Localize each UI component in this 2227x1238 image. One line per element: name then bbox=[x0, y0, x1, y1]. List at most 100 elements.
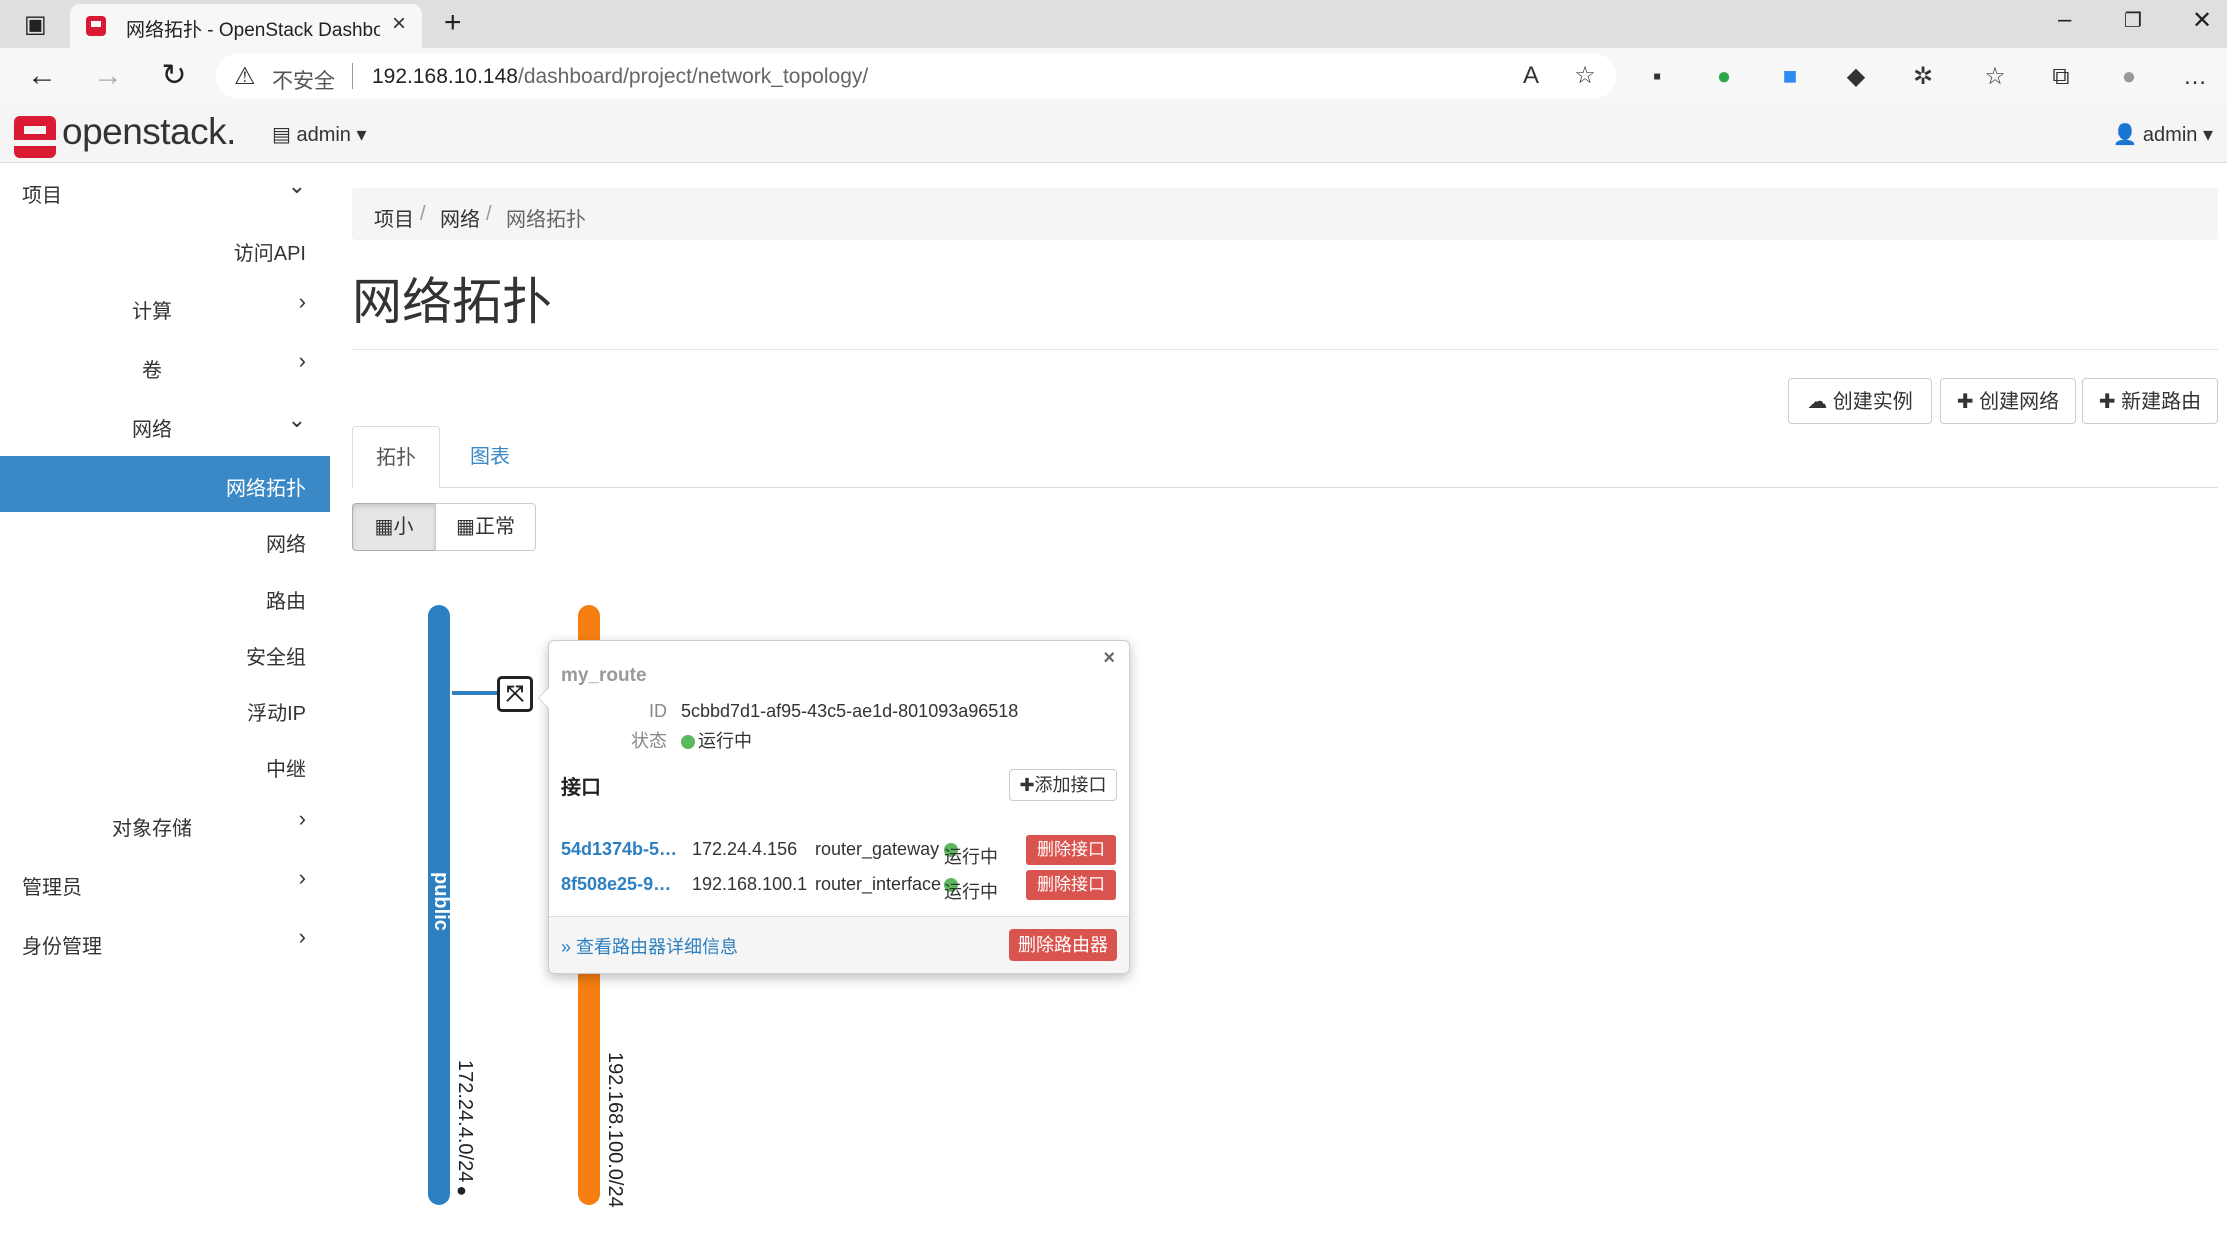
reload-icon[interactable]: ↻ bbox=[154, 56, 194, 96]
read-aloud-icon[interactable]: A bbox=[1516, 61, 1546, 91]
browser-tab[interactable]: 网络拓扑 - OpenStack Dashboard × bbox=[70, 4, 422, 48]
minimize-window-icon[interactable]: – bbox=[2058, 6, 2071, 34]
plus-icon: ✚ bbox=[1019, 775, 1035, 795]
tab-title: 网络拓扑 - OpenStack Dashboard bbox=[126, 20, 380, 41]
sidebar-item-label: 中继 bbox=[266, 759, 306, 781]
collections-icon[interactable]: ⧉ bbox=[2046, 62, 2076, 92]
breadcrumb-item-network[interactable]: 网络 bbox=[440, 203, 480, 232]
delete-interface-button[interactable]: 删除接口 bbox=[1026, 870, 1116, 900]
profile-avatar-icon[interactable]: ● bbox=[2114, 62, 2144, 92]
project-switcher[interactable]: ▤ admin ▾ bbox=[272, 122, 367, 147]
add-favorite-icon[interactable]: ☆ bbox=[1570, 61, 1600, 91]
close-window-icon[interactable]: ✕ bbox=[2192, 6, 2212, 35]
create-router-button[interactable]: ✚ 新建路由 bbox=[2082, 378, 2218, 424]
sidebar-item-networks[interactable]: 网络 bbox=[0, 512, 330, 568]
extension-1-icon[interactable]: ▪ bbox=[1642, 62, 1672, 92]
sidebar-item-network-topology[interactable]: 网络拓扑 bbox=[0, 456, 330, 512]
create-network-button[interactable]: ✚ 创建网络 bbox=[1940, 378, 2076, 424]
grid-small-icon: ▦ bbox=[374, 516, 394, 538]
sidebar-item-project[interactable]: 项目 ⌄ bbox=[0, 163, 330, 219]
interface-ip: 192.168.100.1 bbox=[692, 874, 808, 894]
cloud-upload-icon: ☁ bbox=[1807, 391, 1833, 413]
interface-type: router_interface bbox=[815, 874, 942, 894]
delete-interface-button[interactable]: 删除接口 bbox=[1026, 835, 1116, 865]
interface-id-link[interactable]: 54d1374b-5… bbox=[561, 839, 677, 860]
router-status-value: 运行中 bbox=[681, 727, 752, 753]
router-id-label: ID bbox=[649, 701, 667, 721]
sidebar-item-label: 网络 bbox=[132, 419, 172, 441]
network-cidr-label: 192.168.100.0/24 bbox=[604, 1052, 626, 1208]
openstack-logo-icon[interactable] bbox=[14, 116, 56, 158]
router-detail-link[interactable]: » 查看路由器详细信息 bbox=[561, 933, 738, 959]
add-interface-button[interactable]: ✚添加接口 bbox=[1009, 769, 1117, 801]
sidebar-item-label: 计算 bbox=[132, 301, 172, 323]
plus-icon: ✚ bbox=[1956, 391, 1980, 413]
forward-icon[interactable]: → bbox=[88, 56, 128, 96]
globe-icon: ● bbox=[456, 1180, 467, 1200]
extension-2-icon[interactable]: ● bbox=[1709, 62, 1739, 92]
chevron-right-icon: › bbox=[298, 348, 306, 373]
sidebar-item-admin[interactable]: 管理员 › bbox=[0, 855, 330, 911]
sidebar-item-security-groups[interactable]: 安全组 bbox=[0, 625, 330, 681]
sidebar-item-api-access[interactable]: 访问API bbox=[0, 221, 330, 277]
interface-row: 54d1374b-5… 172.24.4.156 router_gateway … bbox=[549, 835, 1129, 867]
sidebar-item-identity[interactable]: 身份管理 › bbox=[0, 914, 330, 970]
url-field[interactable]: ⚠ 不安全 192.168.10.148/dashboard/project/n… bbox=[216, 53, 1616, 99]
size-normal-button[interactable]: ▦正常 bbox=[435, 503, 536, 551]
sidebar-item-object-store[interactable]: 对象存储 › bbox=[0, 796, 330, 852]
router-link-line bbox=[452, 691, 498, 695]
sidebar-item-trunks[interactable]: 中继 bbox=[0, 737, 330, 793]
project-icon: ▤ bbox=[272, 124, 297, 146]
back-icon[interactable]: ← bbox=[22, 56, 62, 96]
interface-ip: 172.24.4.156 bbox=[692, 839, 798, 859]
tab-graph[interactable]: 图表 bbox=[446, 426, 534, 488]
extension-4-icon[interactable]: ◆ bbox=[1841, 62, 1871, 92]
warning-icon: ⚠ bbox=[234, 63, 256, 90]
interface-id-link[interactable]: 8f508e25-9… bbox=[561, 874, 671, 895]
user-icon: 👤 bbox=[2112, 124, 2143, 146]
openstack-favicon-icon bbox=[86, 16, 106, 36]
breadcrumb-item-project[interactable]: 项目 bbox=[374, 203, 414, 232]
sidebar-item-label: 身份管理 bbox=[22, 936, 102, 958]
interfaces-title: 接口 bbox=[561, 777, 601, 799]
favorites-icon[interactable]: ☆ bbox=[1980, 62, 2010, 92]
grid-large-icon: ▦ bbox=[456, 516, 475, 538]
sidebar-item-label: 管理员 bbox=[22, 877, 82, 899]
breadcrumb: 项目 / 网络 / 网络拓扑 bbox=[352, 188, 2218, 240]
more-menu-icon[interactable]: … bbox=[2180, 62, 2210, 92]
close-popup-icon[interactable]: × bbox=[1103, 647, 1115, 670]
sidebar-item-label: 卷 bbox=[142, 360, 162, 382]
page-title: 网络拓扑 bbox=[352, 274, 552, 330]
security-label: 不安全 bbox=[272, 70, 335, 93]
close-tab-icon[interactable]: × bbox=[392, 10, 406, 38]
size-small-button[interactable]: ▦小 bbox=[352, 503, 436, 551]
breadcrumb-item-current: 网络拓扑 bbox=[506, 209, 586, 231]
tab-topology[interactable]: 拓扑 bbox=[352, 426, 440, 488]
user-menu[interactable]: 👤 admin ▾ bbox=[2112, 122, 2213, 147]
sidebar-item-label: 网络 bbox=[266, 534, 306, 556]
extension-3-icon[interactable]: ■ bbox=[1775, 62, 1805, 92]
sidebar-item-compute[interactable]: 计算 › bbox=[0, 279, 330, 335]
create-instance-button[interactable]: ☁ 创建实例 bbox=[1788, 378, 1932, 424]
sidebar-item-network-group[interactable]: 网络 ⌄ bbox=[0, 397, 330, 453]
router-id-value: 5cbbd7d1-af95-43c5-ae1d-801093a96518 bbox=[681, 701, 1019, 721]
maximize-window-icon[interactable]: ❐ bbox=[2124, 8, 2142, 33]
new-tab-icon[interactable]: + bbox=[444, 6, 462, 40]
delete-router-button[interactable]: 删除路由器 bbox=[1009, 929, 1117, 961]
breadcrumb-separator: / bbox=[420, 203, 426, 225]
chevron-down-icon: ⌄ bbox=[287, 173, 306, 198]
sidebar-item-volumes[interactable]: 卷 › bbox=[0, 338, 330, 394]
chevron-right-icon: › bbox=[298, 806, 306, 831]
interface-type: router_gateway bbox=[815, 839, 940, 859]
url-separator bbox=[352, 63, 353, 89]
sidebar-item-routers[interactable]: 路由 bbox=[0, 569, 330, 625]
sidebar-item-floating-ips[interactable]: 浮动IP bbox=[0, 681, 330, 737]
extensions-icon[interactable]: ✲ bbox=[1908, 62, 1938, 92]
openstack-logo-text[interactable]: openstack. bbox=[62, 111, 236, 153]
create-instance-label: 创建实例 bbox=[1832, 391, 1913, 413]
tab-actions-icon[interactable]: ▣ bbox=[24, 10, 47, 39]
interface-status-text: 运行中 bbox=[944, 847, 998, 867]
router-icon[interactable]: ⤧ bbox=[497, 676, 533, 712]
interface-status-text: 运行中 bbox=[944, 882, 998, 902]
router-popup: × my_route ID 5cbbd7d1-af95-43c5-ae1d-80… bbox=[538, 640, 1130, 974]
